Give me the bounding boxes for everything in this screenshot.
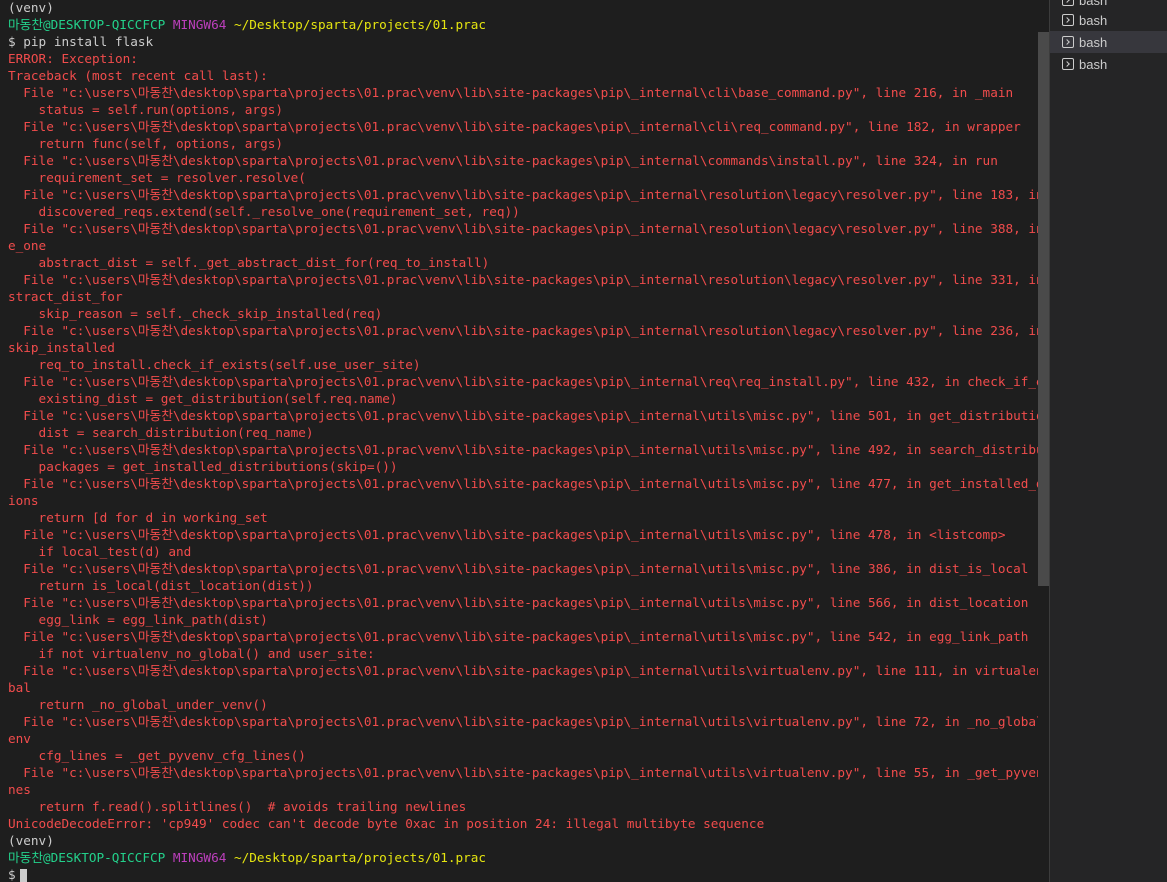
prompt-system: MINGW64 [172,850,227,865]
error-line: skip_reason = self._check_skip_installed… [8,306,383,321]
error-line: return _no_global_under_venv() [8,697,268,712]
prompt-line: 마동찬@DESKTOP-QICCFCP MINGW64 ~/Desktop/sp… [8,16,1038,33]
error-line: File "c:\users\마동찬\desktop\sparta\projec… [8,595,1029,610]
error-line: File "c:\users\마동찬\desktop\sparta\projec… [8,442,1038,457]
error-line: status = self.run(options, args) [8,102,283,117]
error-line: File "c:\users\마동찬\desktop\sparta\projec… [8,561,1029,576]
command-line: $ pip install flask [8,33,1038,50]
error-line: req_to_install.check_if_exists(self.use_… [8,357,421,372]
error-line: File "c:\users\마동찬\desktop\sparta\projec… [8,476,1038,491]
error-line: requirement_set = resolver.resolve( [8,170,306,185]
error-line: return is_local(dist_location(dist)) [8,578,314,593]
error-line: skip_installed [8,340,115,355]
error-line: File "c:\users\마동찬\desktop\sparta\projec… [8,374,1038,389]
terminal-icon [1062,14,1074,26]
terminal-view[interactable]: (venv) 마동찬@DESKTOP-QICCFCP MINGW64 ~/Des… [0,0,1038,882]
error-line: File "c:\users\마동찬\desktop\sparta\projec… [8,527,1006,542]
terminal-tab-active[interactable]: bash [1050,31,1167,53]
error-line: File "c:\users\마동찬\desktop\sparta\projec… [8,408,1038,423]
error-line: if local_test(d) and [8,544,192,559]
error-line: discovered_reqs.extend(self._resolve_one… [8,204,520,219]
error-line: File "c:\users\마동찬\desktop\sparta\projec… [8,119,1021,134]
terminal-tab[interactable]: bash [1050,9,1167,31]
error-line: File "c:\users\마동찬\desktop\sparta\projec… [8,714,1038,729]
prompt-path: ~/Desktop/sparta/projects/01.prac [234,17,487,32]
error-line: dist = search_distribution(req_name) [8,425,314,440]
terminal-icon [1062,0,1074,6]
error-output: ERROR: Exception: Traceback (most recent … [8,50,1038,832]
terminal-tab-label: bash [1079,34,1108,50]
error-line: env [8,731,31,746]
error-line: File "c:\users\마동찬\desktop\sparta\projec… [8,663,1038,678]
terminal-scrollbar[interactable] [1038,0,1049,882]
venv-indicator: (venv) [8,0,54,15]
prompt-symbol: $ [8,867,16,882]
error-line: stract_dist_for [8,289,123,304]
terminal-icon [1062,58,1074,70]
error-line: if not virtualenv_no_global() and user_s… [8,646,375,661]
error-line: existing_dist = get_distribution(self.re… [8,391,398,406]
error-line: File "c:\users\마동찬\desktop\sparta\projec… [8,85,1014,100]
error-line: nes [8,782,31,797]
prompt-user-host: 마동찬@DESKTOP-QICCFCP [8,850,166,865]
error-line: File "c:\users\마동찬\desktop\sparta\projec… [8,221,1038,236]
error-line: e_one [8,238,47,253]
error-line: return [d for d in working_set [8,510,268,525]
input-line[interactable]: $ [8,866,1038,882]
prompt-user-host: 마동찬@DESKTOP-QICCFCP [8,17,166,32]
error-line: File "c:\users\마동찬\desktop\sparta\projec… [8,272,1038,287]
error-line: return func(self, options, args) [8,136,283,151]
error-line: File "c:\users\마동찬\desktop\sparta\projec… [8,765,1038,780]
error-line: abstract_dist = self._get_abstract_dist_… [8,255,490,270]
terminal-list-panel: bash bash bash bash [1049,0,1167,882]
error-line: File "c:\users\마동찬\desktop\sparta\projec… [8,629,1029,644]
error-line: File "c:\users\마동찬\desktop\sparta\projec… [8,187,1038,202]
error-line: UnicodeDecodeError: 'cp949' codec can't … [8,816,765,831]
error-line: return f.read().splitlines() # avoids tr… [8,799,467,814]
error-line: bal [8,680,31,695]
error-line: egg_link = egg_link_path(dist) [8,612,268,627]
prompt-path: ~/Desktop/sparta/projects/01.prac [234,850,487,865]
error-line: File "c:\users\마동찬\desktop\sparta\projec… [8,323,1038,338]
command-text: pip install flask [23,34,154,49]
error-line: packages = get_installed_distributions(s… [8,459,398,474]
error-line: File "c:\users\마동찬\desktop\sparta\projec… [8,153,998,168]
scrollbar-thumb[interactable] [1038,32,1049,586]
terminal-output: (venv) 마동찬@DESKTOP-QICCFCP MINGW64 ~/Des… [8,0,1038,882]
terminal-tab-label: bash [1079,56,1108,72]
error-line: ions [8,493,39,508]
terminal-tab-label: bash [1079,0,1108,8]
terminal-tab-label: bash [1079,12,1108,28]
text-cursor [19,868,27,882]
error-line: cfg_lines = _get_pyvenv_cfg_lines() [8,748,306,763]
prompt-symbol: $ [8,34,16,49]
prompt-system: MINGW64 [172,17,227,32]
error-line: ERROR: Exception: [8,51,138,66]
venv-indicator-2: (venv) [8,833,54,848]
terminal-tab[interactable]: bash [1050,53,1167,75]
error-line: Traceback (most recent call last): [8,68,268,83]
prompt-line-2: 마동찬@DESKTOP-QICCFCP MINGW64 ~/Desktop/sp… [8,849,1038,866]
terminal-icon [1062,36,1074,48]
